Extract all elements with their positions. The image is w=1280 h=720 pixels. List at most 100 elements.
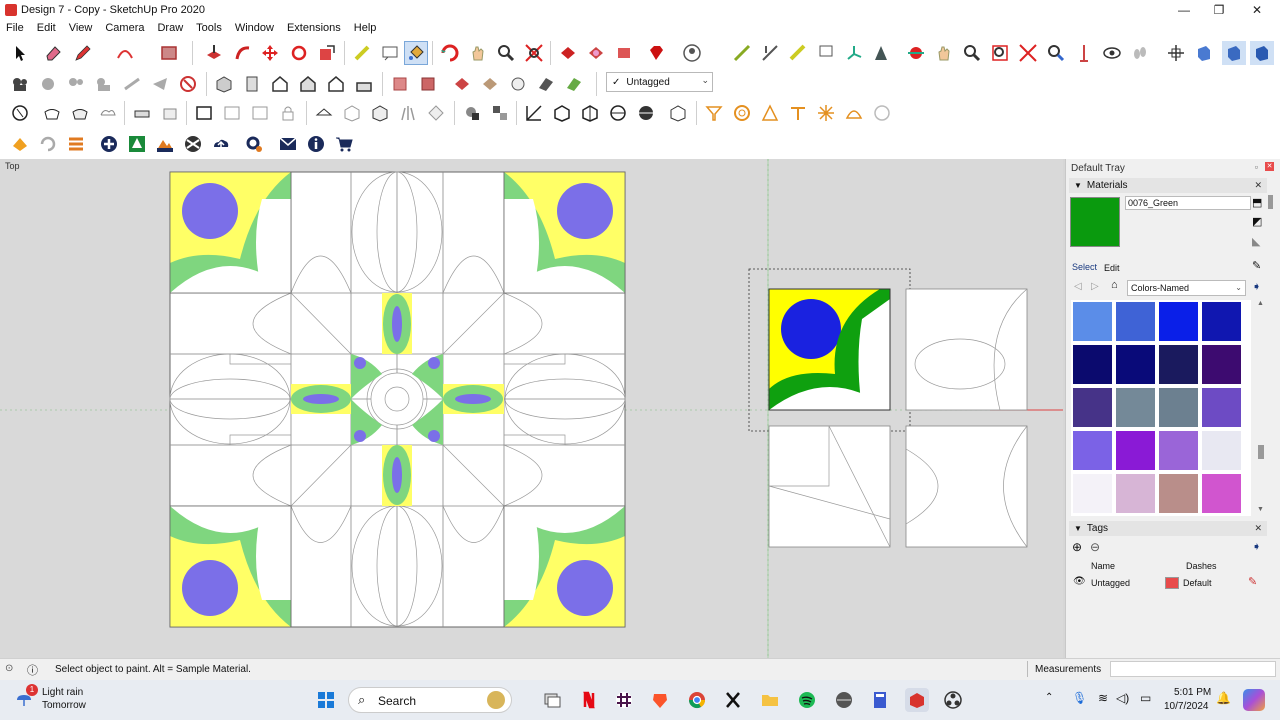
battery-icon[interactable]: ▭ <box>1140 691 1151 705</box>
model-viewport[interactable]: Top <box>0 159 1063 658</box>
intersect-icon[interactable] <box>68 101 92 125</box>
material-swatch[interactable] <box>1073 345 1112 384</box>
menu-draw[interactable]: Draw <box>151 22 190 34</box>
funnel-icon[interactable] <box>702 101 726 125</box>
lock-icon[interactable] <box>276 101 300 125</box>
geo-location-icon[interactable]: ⊙ <box>5 663 13 674</box>
back-arrow-icon[interactable]: ◁ <box>1074 281 1082 292</box>
ruby-gem-icon[interactable] <box>644 41 668 65</box>
styles-edges-icon[interactable] <box>562 72 586 96</box>
copilot-icon[interactable] <box>1243 689 1265 711</box>
ball-icon[interactable] <box>634 101 658 125</box>
label-icon[interactable] <box>814 41 838 65</box>
protractor-icon[interactable] <box>786 41 810 65</box>
refresh-icon[interactable] <box>36 132 60 156</box>
sample-paint-icon[interactable]: ◣ <box>1252 235 1260 248</box>
arc-tool-icon[interactable] <box>113 41 137 65</box>
tag-row-untagged[interactable]: Untagged <box>1091 578 1130 588</box>
details-arrow-icon[interactable]: ➧ <box>1252 280 1261 293</box>
materials-close-icon[interactable]: ✕ <box>1254 180 1262 191</box>
styles-shaded-icon[interactable] <box>478 72 502 96</box>
material-swatch[interactable] <box>1073 474 1112 513</box>
microphone-icon[interactable]: 🎙 <box>1072 691 1087 705</box>
right-view-icon[interactable] <box>296 72 320 96</box>
move-tool-icon[interactable] <box>258 41 282 65</box>
material-swatch[interactable] <box>1116 345 1155 384</box>
pin-icon[interactable]: ▫ <box>1255 162 1258 172</box>
3d-text-icon[interactable] <box>869 41 893 65</box>
material-swatch[interactable] <box>1202 431 1241 470</box>
tags-close-icon[interactable]: ✕ <box>1254 523 1262 534</box>
iso-box-icon[interactable] <box>550 101 574 125</box>
display-section-fill-icon[interactable] <box>1250 41 1274 65</box>
app-icon[interactable] <box>832 688 856 712</box>
volume-icon[interactable]: ◁) <box>1116 691 1129 705</box>
push-pull-tool-icon[interactable] <box>202 41 226 65</box>
material-swatch[interactable] <box>1073 388 1112 427</box>
position-camera-icon[interactable] <box>1072 41 1096 65</box>
taskbar-search-box[interactable]: ⌕ Search <box>348 687 512 713</box>
pencil-tool-icon[interactable] <box>71 41 95 65</box>
star-burst-icon[interactable] <box>814 101 838 125</box>
corner-tile-bottom-left[interactable] <box>169 505 292 628</box>
tag-color-swatch[interactable] <box>1165 577 1179 589</box>
material-swatch[interactable] <box>1159 431 1198 470</box>
sketchup-taskbar-icon[interactable] <box>905 688 929 712</box>
clock-date[interactable]: 10/7/2024 <box>1164 701 1209 712</box>
upload-icon[interactable] <box>209 132 233 156</box>
close-button[interactable]: ✕ <box>1238 0 1276 19</box>
swatch-scrollbar[interactable]: ▲ ▼ <box>1256 300 1266 516</box>
dimension-icon[interactable] <box>758 41 782 65</box>
tile-painted[interactable] <box>768 288 891 411</box>
delete-tag-icon[interactable]: ⊖ <box>1090 540 1100 554</box>
tags-panel-header[interactable]: ▼ Tags ✕ <box>1069 521 1267 536</box>
zoom-extents-2-icon[interactable] <box>1016 41 1040 65</box>
weather-line2[interactable]: Tomorrow <box>42 700 86 711</box>
material-swatch[interactable] <box>1159 474 1198 513</box>
tree-icon[interactable] <box>125 132 149 156</box>
sandbox-icon[interactable] <box>730 41 754 65</box>
sandbox-from-contours-icon[interactable] <box>312 101 336 125</box>
model-canvas[interactable] <box>0 159 1063 658</box>
menu-window[interactable]: Window <box>229 22 281 34</box>
menu-tools[interactable]: Tools <box>190 22 229 34</box>
iso-view-icon[interactable] <box>212 72 236 96</box>
orbit-icon[interactable] <box>438 41 462 65</box>
menu-camera[interactable]: Camera <box>99 22 151 34</box>
trim-icon[interactable] <box>158 101 182 125</box>
library-select[interactable]: Colors-Named ⌄ <box>1127 280 1246 296</box>
landscape-icon[interactable] <box>153 132 177 156</box>
mail-icon[interactable] <box>276 132 300 156</box>
camera-icon[interactable] <box>8 72 32 96</box>
extension-warehouse-icon[interactable] <box>584 41 608 65</box>
styles-monochrome-icon[interactable] <box>534 72 558 96</box>
tag-dashes-value[interactable]: Default <box>1183 578 1212 588</box>
display-section-cuts-icon[interactable] <box>1222 41 1246 65</box>
edit-pencil-icon[interactable]: ✎ <box>1248 575 1257 588</box>
rectangle-tool-icon[interactable] <box>157 41 181 65</box>
styles-textures-icon[interactable] <box>506 72 530 96</box>
home-icon[interactable]: ⌂ <box>1111 279 1118 291</box>
weather-line1[interactable]: Light rain <box>42 687 83 698</box>
previous-view-icon[interactable] <box>1044 41 1068 65</box>
styles-hidden-line-icon[interactable] <box>450 72 474 96</box>
fog-icon[interactable] <box>488 101 512 125</box>
cut-icon[interactable] <box>120 72 144 96</box>
corner-tile-top-left[interactable] <box>169 171 292 294</box>
share-model-icon[interactable] <box>612 41 636 65</box>
brave-icon[interactable] <box>648 688 672 712</box>
back-view-icon[interactable] <box>324 72 348 96</box>
stack-icon[interactable] <box>64 132 88 156</box>
menu-edit[interactable]: Edit <box>31 22 63 34</box>
styles-xray-icon[interactable] <box>388 72 412 96</box>
front-view-icon[interactable] <box>268 72 292 96</box>
send-icon[interactable] <box>148 72 172 96</box>
task-view-icon[interactable] <box>540 688 564 712</box>
material-swatch[interactable] <box>1202 302 1241 341</box>
visibility-eye-icon[interactable]: 👁 <box>1073 576 1086 587</box>
display-secondary-icon[interactable]: ◩ <box>1252 215 1262 228</box>
menu-extensions[interactable]: Extensions <box>281 22 348 34</box>
corner-tile-top-right[interactable] <box>503 171 626 294</box>
subtract-icon[interactable] <box>130 101 154 125</box>
dome-icon[interactable] <box>842 101 866 125</box>
